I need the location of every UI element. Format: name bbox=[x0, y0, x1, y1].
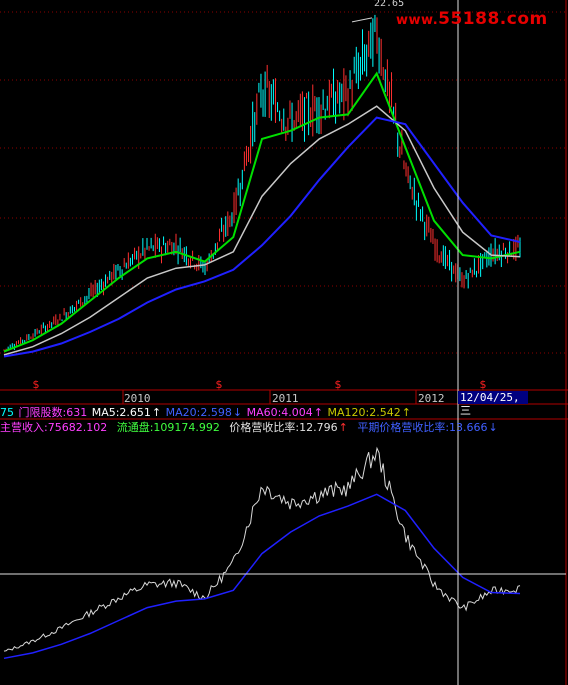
revenue-value: 主营收入:75682.102 bbox=[0, 421, 108, 434]
ma5-arrow-icon: ↑ bbox=[151, 406, 162, 419]
watermark-domain: 55188.com bbox=[438, 9, 548, 29]
indicator-row-ma: 75 门限股数:631 MA5:2.651↑ MA20:2.598↓ MA60:… bbox=[0, 406, 412, 419]
ratio-value: 价格营收比率:12.796 bbox=[229, 421, 338, 434]
site-watermark: www.55188.com bbox=[396, 9, 548, 29]
year-label-2010: 2010 bbox=[124, 392, 151, 405]
stock-chart[interactable]: $ $ $ $ www.55188.com 22.65 2010 2011 2012 … bbox=[0, 0, 568, 685]
ratio-line bbox=[3, 446, 521, 652]
event-marker-icon: $ bbox=[216, 378, 223, 391]
threshold-shares: 门限股数:631 bbox=[18, 406, 88, 419]
avg-ratio-value: 平期价格营收比率:13.666 bbox=[357, 421, 488, 434]
ratio-arrow-icon: ↑ bbox=[338, 421, 348, 434]
stock-code-fragment: 75 bbox=[0, 406, 14, 419]
peak-pointer bbox=[351, 17, 373, 23]
float-value: 流通盘:109174.992 bbox=[116, 421, 220, 434]
ma120-value: MA120:2.542 bbox=[327, 406, 401, 419]
ma120-arrow-icon: ↑ bbox=[401, 406, 411, 419]
event-marker-icon: $ bbox=[335, 378, 342, 391]
ma60-arrow-icon: ↑ bbox=[313, 406, 324, 419]
ma-line-ma120 bbox=[3, 116, 521, 358]
ma-line-ma20 bbox=[3, 71, 521, 353]
ma5-value: MA5:2.651 bbox=[91, 406, 151, 419]
avg-ratio-arrow-icon: ↓ bbox=[488, 421, 498, 434]
event-marker-icon: $ bbox=[33, 378, 40, 391]
peak-price-label: 22.65 bbox=[374, 0, 405, 9]
year-label-2011: 2011 bbox=[272, 392, 299, 405]
year-label-2012: 2012 bbox=[418, 392, 445, 405]
ma20-value: MA20:2.598 bbox=[165, 406, 232, 419]
watermark-prefix: www. bbox=[396, 13, 439, 28]
ma20-arrow-icon: ↓ bbox=[232, 406, 243, 419]
chart-canvas[interactable]: $ $ $ $ bbox=[0, 0, 568, 685]
indicator-row-ratio: 主营收入:75682.102 流通盘:109174.992 价格营收比率:12.… bbox=[0, 421, 499, 434]
event-marker-icon: $ bbox=[480, 378, 487, 391]
ma60-value: MA60:4.004 bbox=[246, 406, 313, 419]
avg-ratio-line bbox=[3, 493, 521, 660]
cursor-date-box: 12/04/25,三 bbox=[458, 391, 528, 417]
